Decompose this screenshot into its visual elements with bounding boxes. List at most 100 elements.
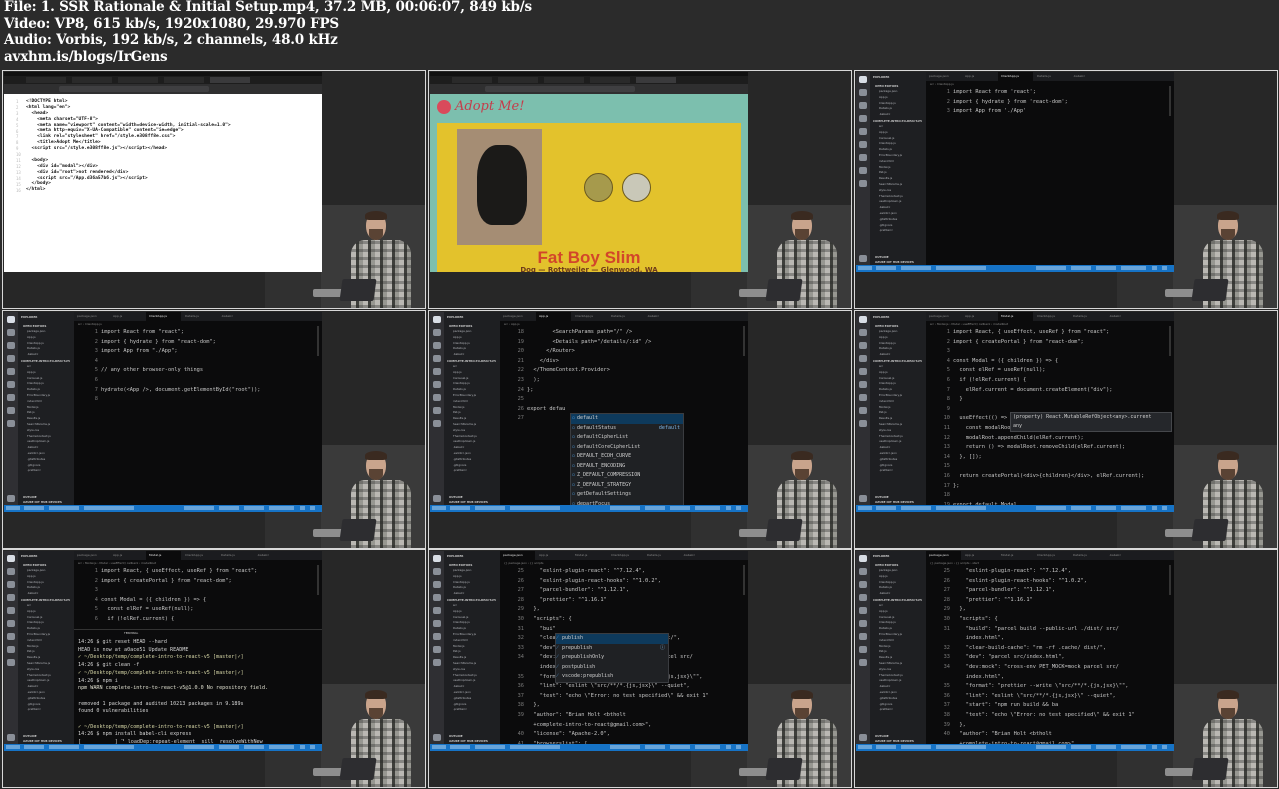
status-bar-item[interactable]	[1121, 266, 1146, 270]
editor-tab[interactable]: App.js	[962, 551, 997, 560]
code-line[interactable]: 19 <Details path="/details/:id" />	[500, 338, 748, 348]
file-tree-item[interactable]: style.css	[453, 428, 465, 432]
file-tree-item[interactable]: Carousel.js	[453, 376, 468, 380]
file-tree-item[interactable]: Modal.js	[453, 644, 465, 648]
video-thumbnail[interactable]: 1 2 3 4 5 6 7 8 9 10 11 12 13 14 15 16 <!…	[2, 70, 426, 309]
code-line[interactable]: 18 <SearchParams path="/" />	[500, 328, 748, 338]
file-tree-item[interactable]: index.html	[879, 399, 894, 403]
file-tree-item[interactable]: App.js	[453, 335, 462, 339]
editor-tab[interactable]: package.json	[500, 551, 535, 560]
editor-tab[interactable]: Details.js	[644, 551, 679, 560]
file-tree-item[interactable]: index.html	[453, 638, 468, 642]
file-tree-item[interactable]: index.html	[453, 399, 468, 403]
file-tree-item[interactable]: ErrorBoundary.js	[879, 153, 902, 157]
status-bar-item[interactable]	[300, 745, 305, 749]
file-tree-item[interactable]: Pet.js	[879, 410, 887, 414]
explorer-icon[interactable]	[433, 555, 441, 562]
file-tree-item[interactable]: Pet.js	[27, 410, 35, 414]
terminal-icon[interactable]	[433, 394, 441, 401]
editor-tab[interactable]: App.js	[536, 312, 571, 321]
status-bar-item[interactable]	[936, 506, 986, 510]
code-line[interactable]: 25 "eslint-plugin-react": "^7.12.4",	[926, 567, 1174, 577]
file-tree-item[interactable]: ClientApp.js	[879, 101, 896, 105]
status-bar-item[interactable]	[645, 506, 665, 510]
file-tree-item[interactable]: Details.js	[27, 585, 40, 589]
file-tree-item[interactable]: package.json	[453, 329, 471, 333]
extensions-icon[interactable]	[7, 607, 15, 614]
file-tree-item[interactable]: useDropdown.js	[879, 439, 901, 443]
file-tree-item[interactable]: .babelrc	[879, 445, 890, 449]
file-tree-item[interactable]: Pet.js	[453, 410, 461, 414]
file-tree-item[interactable]: style.css	[879, 188, 891, 192]
file-tree-item[interactable]: SearchParams.js	[27, 422, 50, 426]
status-bar-item[interactable]	[450, 745, 470, 749]
file-tree-item[interactable]: SearchParams.js	[879, 661, 902, 665]
file-tree-item[interactable]: Details.js	[453, 346, 466, 350]
terminal-icon[interactable]	[7, 633, 15, 640]
source-control-icon[interactable]	[433, 581, 441, 588]
status-bar-item[interactable]	[6, 745, 20, 749]
project-folder-header[interactable]: COMPLETE-INTRO-TO-REACT-V5	[873, 359, 922, 363]
terminal-icon[interactable]	[859, 633, 867, 640]
status-bar-item[interactable]	[24, 745, 44, 749]
editor-tab[interactable]: .babelrc	[1106, 551, 1141, 560]
suggestion-item[interactable]: ▫ DEFAULT_ECDH_CURVE	[571, 452, 683, 462]
code-line[interactable]: 6 if (!elRef.current) {	[926, 376, 1174, 386]
azure-icon[interactable]	[433, 381, 441, 388]
remote-icon[interactable]	[859, 407, 867, 414]
suggestion-item[interactable]: ▫ DEFAULT_ENCODING	[571, 462, 683, 472]
file-tree-item[interactable]: package.json	[879, 568, 897, 572]
file-tree-item[interactable]: Results.js	[879, 176, 892, 180]
file-tree-item[interactable]: .eslintrc.json	[27, 690, 45, 694]
docker-icon[interactable]	[859, 420, 867, 427]
video-thumbnail[interactable]: EXPLORER OPEN EDITORS package.json App.js Cl…	[854, 70, 1278, 309]
file-tree-item[interactable]: .prettierrc	[879, 707, 893, 711]
file-tree-item[interactable]: Details.js	[27, 346, 40, 350]
docker-icon[interactable]	[433, 659, 441, 666]
code-line[interactable]: 38 "test": "echo \"Error: no test specif…	[926, 711, 1174, 721]
editor-tab[interactable]: App.js	[110, 312, 145, 321]
code-line[interactable]: 3 import App from "./App";	[74, 347, 322, 357]
code-line[interactable]: 3	[926, 347, 1174, 357]
file-tree-item[interactable]: .babelrc	[453, 445, 464, 449]
editor-tab[interactable]: Modal.js	[998, 312, 1033, 321]
file-tree-item[interactable]: .babelrc	[453, 352, 464, 356]
code-line[interactable]: 6 if (!elRef.current) {	[74, 615, 322, 625]
file-tree-item[interactable]: .babelrc	[879, 205, 890, 209]
editor-tab[interactable]: package.json	[74, 551, 109, 560]
status-bar-item[interactable]	[510, 506, 560, 510]
file-tree-item[interactable]: .gitattributes	[879, 457, 897, 461]
file-tree-item[interactable]: .gitattributes	[453, 457, 471, 461]
file-tree-item[interactable]: App.js	[27, 574, 36, 578]
explorer-icon[interactable]	[859, 316, 867, 323]
file-tree-item[interactable]: App.js	[879, 335, 888, 339]
open-editors-header[interactable]: OPEN EDITORS	[449, 563, 472, 567]
editor-tab[interactable]: App.js	[110, 551, 145, 560]
azure-iot-section[interactable]: AZURE IOT HUB DEVICES	[449, 739, 488, 743]
file-tree-item[interactable]: .prettierrc	[27, 468, 41, 472]
file-tree-item[interactable]: Modal.js	[27, 405, 39, 409]
status-bar-item[interactable]	[1162, 506, 1167, 510]
file-tree-item[interactable]: Results.js	[453, 655, 466, 659]
status-bar-item[interactable]	[858, 745, 872, 749]
status-bar-item[interactable]	[1096, 745, 1116, 749]
editor-tab[interactable]: App.js	[962, 72, 997, 81]
status-bar-item[interactable]	[475, 506, 505, 510]
editor-tab[interactable]: Modal.js	[146, 551, 181, 560]
code-line[interactable]: 29 },	[926, 605, 1174, 615]
status-bar-item[interactable]	[726, 745, 731, 749]
code-line[interactable]: 36 "lint": "eslint \"src/**/*.{js,jsx}\"…	[500, 682, 748, 692]
code-line[interactable]: 26 "eslint-plugin-react-hooks": "^1.0.2"…	[926, 577, 1174, 587]
code-line[interactable]: 2 import { createPortal } from "react-dom…	[74, 577, 322, 587]
azure-iot-section[interactable]: AZURE IOT HUB DEVICES	[23, 739, 62, 743]
status-bar-item[interactable]	[876, 745, 896, 749]
file-tree-item[interactable]: App.js	[879, 370, 888, 374]
file-tree-item[interactable]: .prettierrc	[453, 707, 467, 711]
file-tree-item[interactable]: App.js	[453, 370, 462, 374]
file-tree-item[interactable]: Details.js	[453, 585, 466, 589]
code-line[interactable]: 30 "scripts": {	[500, 615, 748, 625]
azure-icon[interactable]	[7, 381, 15, 388]
project-folder-header[interactable]: COMPLETE-INTRO-TO-REACT-V5	[873, 119, 922, 123]
editor-tab[interactable]: ClientApp.js	[572, 312, 607, 321]
file-tree-item[interactable]: .gitattributes	[27, 457, 45, 461]
